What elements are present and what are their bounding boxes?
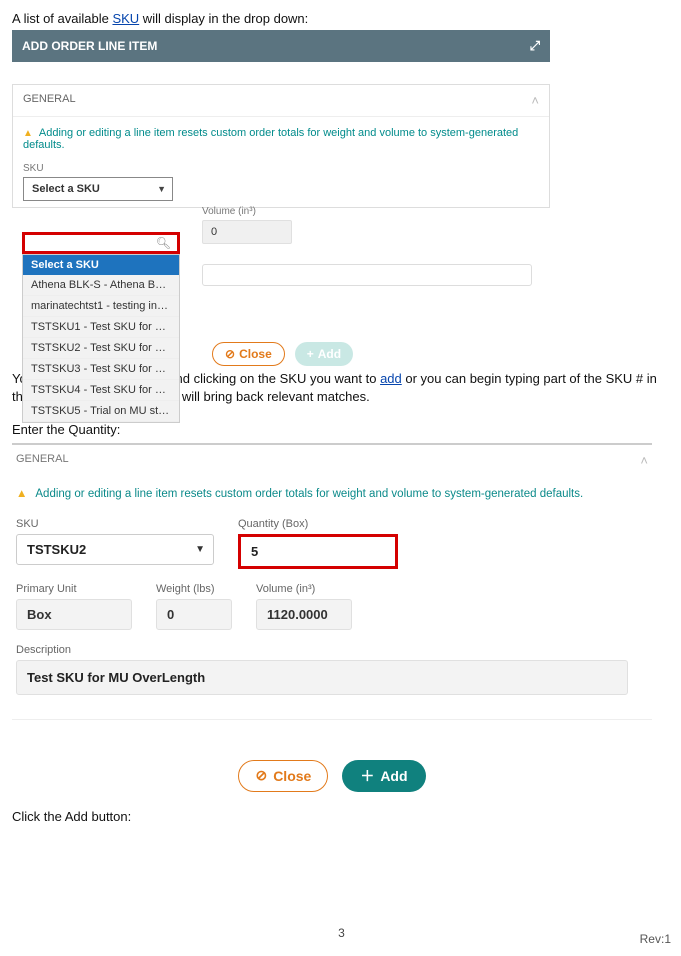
general-panel: GENERAL ˄ Adding or editing a line item … (12, 84, 550, 208)
chevron-up-icon[interactable]: ˄ (531, 93, 539, 108)
primary-unit-label: Primary Unit (16, 583, 132, 595)
action-buttons-small: ⊘ Close + Add (212, 342, 353, 366)
add-link[interactable]: add (380, 371, 402, 386)
plus-icon: + (307, 347, 314, 361)
sku-select[interactable]: Select a SKU ▼ (23, 177, 173, 201)
page-footer: 3 Rev:1 (12, 926, 671, 946)
expand-icon[interactable]: ⤢ (530, 38, 540, 54)
add-button-disabled: + Add (295, 342, 353, 366)
description-value: Test SKU for MU OverLength (16, 660, 628, 695)
volume-field: Volume (in³) 0 (202, 206, 292, 244)
action-buttons-large: ⊘ Close ＋ Add (12, 719, 652, 808)
sku-label-2: SKU (16, 518, 214, 530)
dropdown-search-input[interactable]: 🔍︎ (22, 232, 180, 254)
modal-title: ADD ORDER LINE ITEM (22, 39, 157, 53)
sku-select-2[interactable]: TSTSKU2 ▼ (16, 534, 214, 565)
revision-label: Rev:1 (640, 932, 671, 946)
sku-label: SKU (23, 163, 539, 174)
chevron-down-icon: ▼ (195, 544, 205, 555)
add-button-lg[interactable]: ＋ Add (342, 760, 425, 792)
panel-header: GENERAL ˄ (13, 85, 549, 117)
close-label-lg: Close (273, 768, 311, 784)
dropdown-item[interactable]: TSTSKU5 - Trial on MU storag... (23, 401, 179, 422)
dropdown-item[interactable]: TSTSKU4 - Test SKU for MU O... (23, 380, 179, 401)
add-label-lg: Add (380, 768, 407, 784)
prohibit-icon: ⊘ (255, 767, 267, 784)
panel-title: GENERAL (23, 93, 76, 108)
quantity-label: Quantity (Box) (238, 518, 398, 530)
weight-value: 0 (156, 599, 232, 630)
prohibit-icon: ⊘ (225, 347, 235, 361)
panel-title-2: GENERAL (16, 453, 69, 468)
description-label: Description (16, 644, 648, 656)
weight-label: Weight (lbs) (156, 583, 232, 595)
sku-link[interactable]: SKU (112, 11, 139, 26)
description-placeholder (202, 264, 532, 286)
volume-value: 0 (202, 220, 292, 244)
chevron-up-icon[interactable]: ˄ (640, 453, 648, 468)
search-icon: 🔍︎ (156, 236, 171, 250)
volume-label-2: Volume (in³) (256, 583, 352, 595)
screenshot-add-order-line-item: ADD ORDER LINE ITEM ⤢ GENERAL ˄ Adding o… (12, 30, 550, 370)
volume-value-2: 1120.0000 (256, 599, 352, 630)
dropdown-item[interactable]: TSTSKU2 - Test SKU for MU O... (23, 338, 179, 359)
panel-header-2: GENERAL ˄ (12, 445, 652, 476)
sku-dropdown-open: 🔍︎ Select a SKU Athena BLK-S - Athena BL… (22, 232, 180, 423)
sku-select-text: Select a SKU (32, 183, 100, 195)
dropdown-item[interactable]: TSTSKU3 - Test SKU for MU O... (23, 359, 179, 380)
warning-text-2: Adding or editing a line item resets cus… (12, 476, 652, 518)
page-number: 3 (12, 926, 671, 940)
dropdown-item[interactable]: Athena BLK-S - Athena BLK-S (23, 275, 179, 296)
instruction-click-add: Click the Add button: (12, 808, 671, 826)
sku-value-2: TSTSKU2 (27, 542, 86, 557)
dropdown-selected[interactable]: Select a SKU (23, 255, 179, 275)
warning-text: Adding or editing a line item resets cus… (13, 117, 549, 159)
plus-icon: ＋ (360, 766, 374, 786)
add-label: Add (318, 347, 341, 361)
intro-suffix: will display in the drop down: (139, 11, 308, 26)
screenshot-quantity-entered: GENERAL ˄ Adding or editing a line item … (12, 443, 652, 808)
close-button-lg[interactable]: ⊘ Close (238, 760, 328, 792)
volume-label: Volume (in³) (202, 206, 292, 217)
primary-unit-value: Box (16, 599, 132, 630)
close-label: Close (239, 347, 272, 361)
quantity-input[interactable]: 5 (238, 534, 398, 569)
intro-prefix: A list of available (12, 11, 112, 26)
dropdown-item[interactable]: TSTSKU1 - Test SKU for MU St... (23, 317, 179, 338)
intro-text: A list of available SKU will display in … (12, 10, 671, 28)
modal-header: ADD ORDER LINE ITEM ⤢ (12, 30, 550, 62)
chevron-down-icon: ▼ (157, 184, 166, 194)
close-button[interactable]: ⊘ Close (212, 342, 285, 366)
dropdown-item[interactable]: marinatechtst1 - testing inne... (23, 296, 179, 317)
instruction-quantity: Enter the Quantity: (12, 421, 671, 439)
